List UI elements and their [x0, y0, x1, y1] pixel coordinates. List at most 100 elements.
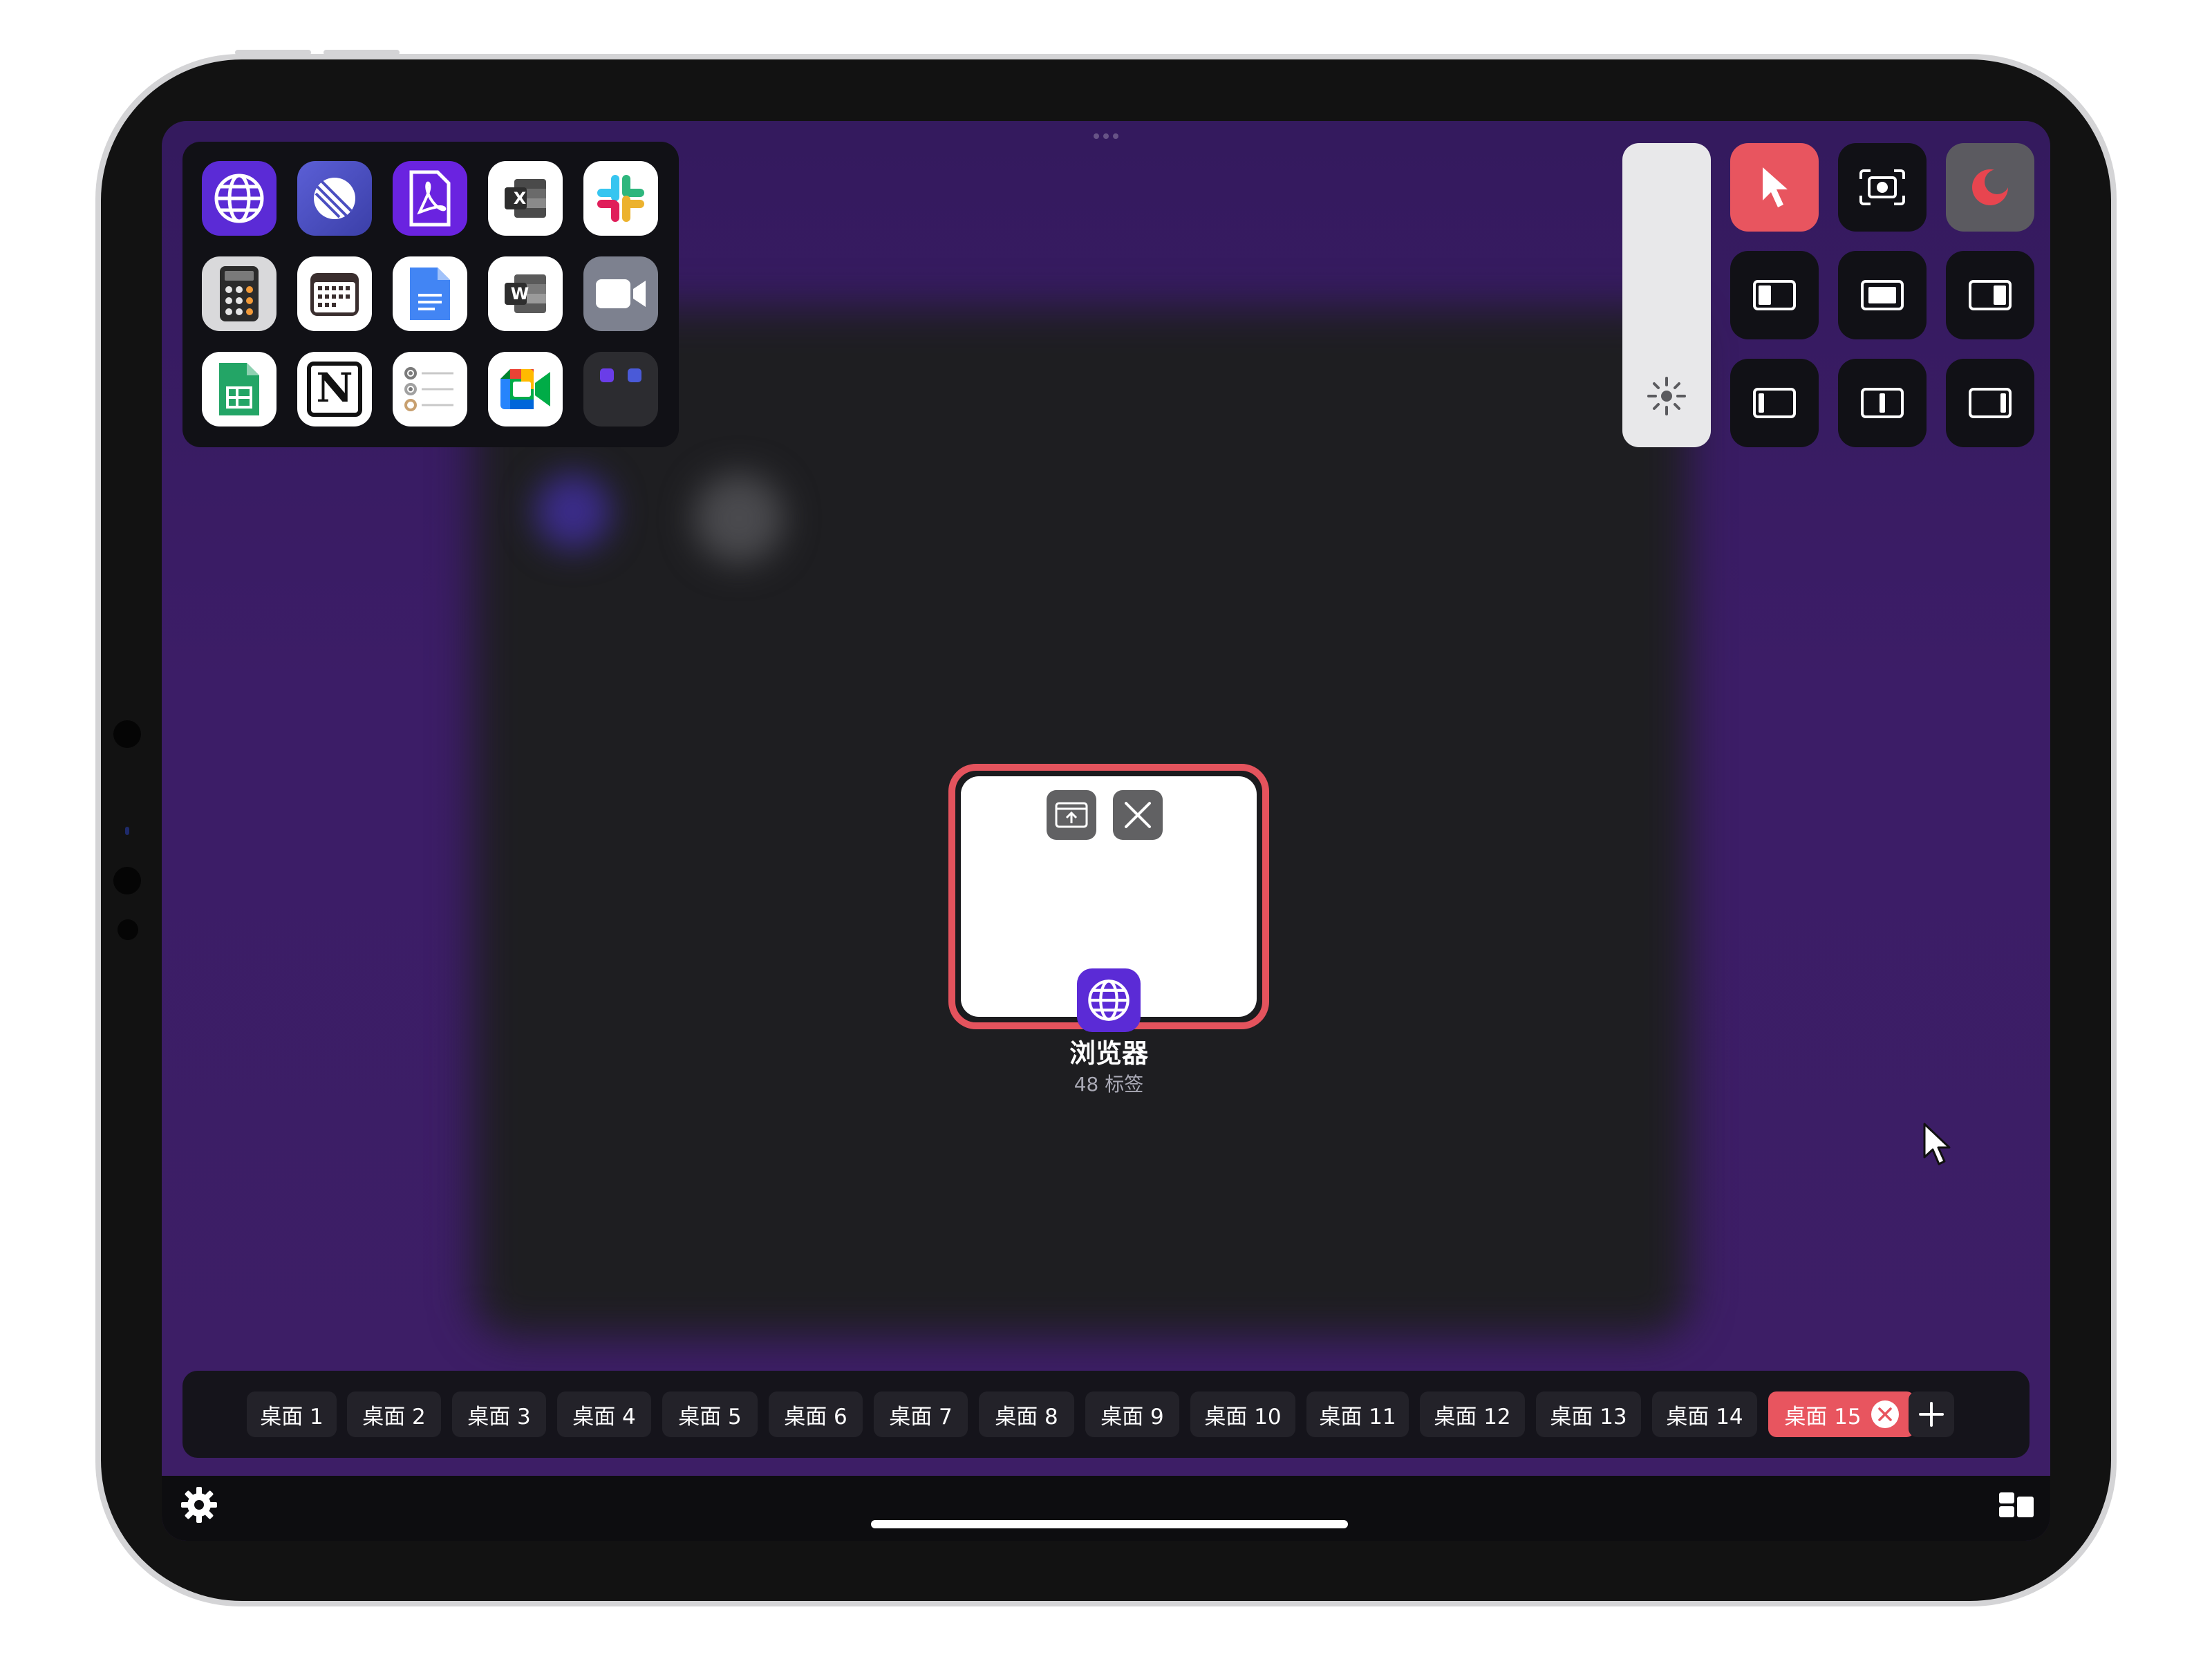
desktop-tab-label: 桌面 5	[678, 1404, 742, 1430]
layout-switch-icon[interactable]	[1998, 1490, 2035, 1520]
calculator-app-icon[interactable]	[202, 256, 276, 331]
browser-app-badge	[1077, 968, 1141, 1032]
google-meet-app-icon[interactable]	[488, 352, 563, 427]
desktop-tab-8[interactable]: 桌面 8	[979, 1391, 1074, 1437]
desktop-tab-6[interactable]: 桌面 6	[769, 1391, 863, 1437]
desktop-tab-label: 桌面 9	[1100, 1404, 1164, 1430]
brightness-slider[interactable]	[1622, 143, 1711, 447]
move-to-front-button[interactable]	[1047, 790, 1096, 840]
layout-left-half-button[interactable]	[1730, 359, 1819, 447]
desktop-tab-10[interactable]: 桌面 10	[1190, 1391, 1295, 1437]
notion-letter: N	[316, 364, 353, 411]
desktop-tab-label: 桌面 7	[889, 1404, 953, 1430]
desktop-tab-13[interactable]: 桌面 13	[1536, 1391, 1641, 1437]
globe-icon	[214, 174, 264, 223]
front-camera	[113, 867, 141, 894]
layout-right-half-button[interactable]	[1946, 359, 2034, 447]
close-icon	[1877, 1407, 1892, 1421]
linear-app-icon[interactable]	[297, 161, 372, 236]
pointer-icon	[1763, 167, 1788, 207]
gear-icon[interactable]	[180, 1485, 218, 1524]
desktop-tab-label: 桌面 3	[467, 1404, 531, 1430]
pointer-button[interactable]	[1730, 143, 1819, 232]
brightness-icon	[1647, 377, 1686, 415]
desktop-tab-2[interactable]: 桌面 2	[347, 1391, 441, 1437]
desktop-tab-label: 桌面 11	[1319, 1404, 1396, 1430]
folder-mini-icon-1	[600, 368, 614, 382]
excel-app-icon[interactable]: X	[488, 161, 563, 236]
add-desktop-button[interactable]	[1909, 1391, 1954, 1437]
home-indicator[interactable]	[871, 1520, 1348, 1528]
layout-right-icon	[1969, 280, 2012, 310]
desktop-tab-label: 桌面 15	[1784, 1404, 1862, 1430]
desktop-tab-5[interactable]: 桌面 5	[662, 1391, 758, 1437]
plus-icon	[1919, 1402, 1944, 1427]
close-desktop-button[interactable]	[1871, 1400, 1899, 1428]
layout-center-icon	[1861, 280, 1904, 310]
google-sheets-app-icon[interactable]	[202, 352, 276, 427]
desktop-tab-label: 桌面 12	[1434, 1404, 1511, 1430]
window-subtitle: 48 标签	[1074, 1073, 1144, 1096]
top-button	[235, 50, 311, 55]
desktop-tab-12[interactable]: 桌面 12	[1420, 1391, 1525, 1437]
blurred-icon-2	[694, 474, 784, 563]
reminders-app-icon[interactable]	[393, 352, 467, 427]
desktop-tab-11[interactable]: 桌面 11	[1306, 1391, 1409, 1437]
browser-globe-icon	[1088, 980, 1130, 1021]
mouse-cursor-icon	[1923, 1123, 1951, 1165]
screenshot-button[interactable]	[1838, 143, 1927, 232]
move-to-front-icon	[1055, 802, 1088, 828]
calendar-app-icon[interactable]	[297, 256, 372, 331]
close-window-button[interactable]	[1113, 790, 1163, 840]
layout-right-half-icon	[1969, 388, 2012, 418]
layout-right-button[interactable]	[1946, 251, 2034, 339]
layout-left-button[interactable]	[1730, 251, 1819, 339]
google-docs-app-icon[interactable]	[393, 256, 467, 331]
slack-app-icon[interactable]	[583, 161, 658, 236]
layout-middle-icon	[1861, 388, 1904, 418]
app-folder-icon[interactable]	[583, 352, 658, 427]
desktop-tab-label: 桌面 14	[1666, 1404, 1743, 1430]
zoom-app-icon[interactable]	[583, 256, 658, 331]
desktop-tab-label: 桌面 6	[784, 1404, 847, 1430]
layout-center-button[interactable]	[1838, 251, 1927, 339]
camera-indicator	[125, 827, 129, 835]
excel-letter: X	[513, 189, 527, 208]
top-button-2	[324, 50, 400, 55]
desktop-tab-label: 桌面 13	[1550, 1404, 1627, 1430]
folder-mini-icon-2	[628, 368, 641, 382]
notion-app-icon[interactable]: N	[297, 352, 372, 427]
desktop-tab-bar: 桌面 1 桌面 2 桌面 3 桌面 4 桌面 5 桌面 6 桌面 7 桌面 8 …	[182, 1371, 2030, 1458]
dark-mode-button[interactable]	[1946, 143, 2034, 232]
blurred-icon	[535, 474, 611, 550]
layout-left-icon	[1753, 280, 1796, 310]
close-icon	[1125, 802, 1151, 828]
window-title: 浏览器	[1069, 1038, 1148, 1069]
side-sensor	[113, 720, 141, 748]
desktop-tab-15[interactable]: 桌面 15	[1768, 1391, 1915, 1437]
word-app-icon[interactable]: W	[488, 256, 563, 331]
word-letter: W	[510, 284, 529, 303]
desktop-tab-label: 桌面 2	[362, 1404, 426, 1430]
desktop-tab-label: 桌面 8	[995, 1404, 1058, 1430]
desktop-tab-label: 桌面 4	[572, 1404, 636, 1430]
moon-icon	[1972, 169, 2009, 205]
multitasking-dots[interactable]	[1084, 133, 1128, 140]
layout-middle-button[interactable]	[1838, 359, 1927, 447]
desktop-tab-label: 桌面 10	[1204, 1404, 1282, 1430]
bottom-bar	[162, 1476, 2050, 1541]
desktop-tab-3[interactable]: 桌面 3	[452, 1391, 546, 1437]
pdf-app-icon[interactable]	[393, 161, 467, 236]
layout-left-half-icon	[1753, 388, 1796, 418]
desktop-tab-1[interactable]: 桌面 1	[247, 1391, 337, 1437]
screen: X W N 浏览器 48 标签 桌面 1 桌面 2 桌面 3 桌面 4 桌面 5…	[162, 121, 2050, 1541]
desktop-tab-label: 桌面 1	[260, 1404, 324, 1430]
browser-app-icon[interactable]	[202, 161, 276, 236]
screenshot-icon	[1859, 169, 1905, 205]
app-launcher: X W N	[182, 142, 679, 447]
desktop-tab-9[interactable]: 桌面 9	[1085, 1391, 1179, 1437]
desktop-tab-7[interactable]: 桌面 7	[874, 1391, 968, 1437]
side-sensor-2	[118, 919, 138, 940]
desktop-tab-4[interactable]: 桌面 4	[557, 1391, 651, 1437]
desktop-tab-14[interactable]: 桌面 14	[1652, 1391, 1757, 1437]
